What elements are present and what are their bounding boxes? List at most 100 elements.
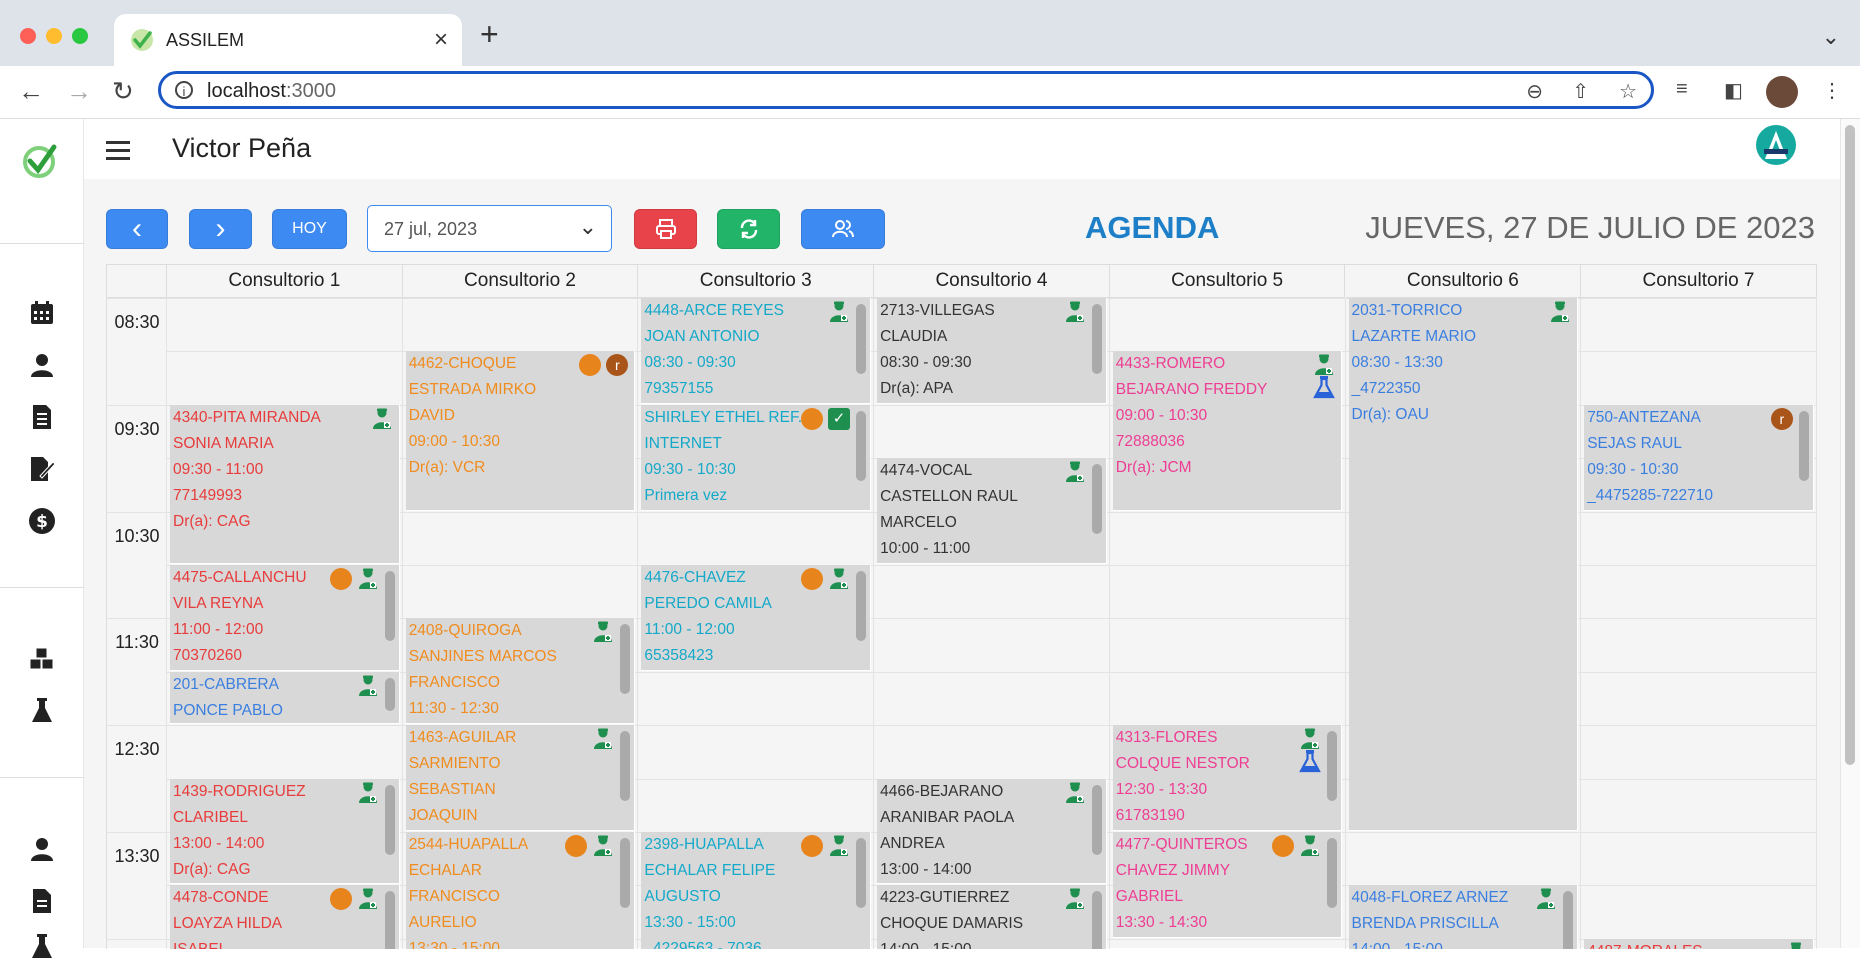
doctor-icon [1549, 300, 1571, 322]
appointment-card[interactable]: 1463-AGUILAR SARMIENTO SEBASTIAN JOAQUIN [405, 725, 636, 831]
card-scrollbar[interactable] [620, 731, 631, 802]
appointment-card[interactable]: 4478-CONDE LOAYZA HILDA ISABEL [170, 885, 400, 949]
appointment-card[interactable]: 2713-VILLEGAS CLAUDIA 08:30 - 09:30 Dr(a): … [877, 298, 1107, 404]
share-icon[interactable]: ⇧ [1572, 79, 1589, 104]
appointment-text: SHIRLEY ETHEL REF. [644, 408, 803, 426]
appointment-card[interactable]: 4433-ROMERO BEJARANO FREDDY 09:00 - 10:30 7… [1112, 351, 1343, 511]
appointment-card[interactable]: 4313-FLORES COLQUE NESTOR 12:30 - 13:30 617… [1112, 725, 1343, 831]
appointment-text: PEREDO CAMILA [644, 595, 772, 612]
flask-icon[interactable] [26, 931, 58, 963]
tab-close-icon[interactable]: × [434, 26, 448, 54]
appointment-card[interactable]: 2031-TORRICO LAZARTE MARIO 08:30 - 13:30 _4… [1348, 298, 1579, 831]
appointment-text: 13:30 - 15:00 [408, 940, 501, 949]
card-scrollbar[interactable] [856, 571, 867, 641]
reading-list-icon[interactable]: ≡ [1676, 78, 1688, 101]
signature-icon[interactable] [26, 453, 58, 485]
profile-avatar[interactable] [1766, 76, 1798, 108]
browser-menu-icon[interactable]: ⋮ [1822, 78, 1842, 103]
refresh-button[interactable] [717, 209, 780, 249]
date-picker[interactable]: 27 jul, 2023 ⌄ [367, 205, 612, 252]
card-scrollbar[interactable] [856, 410, 867, 481]
card-scrollbar[interactable] [384, 891, 395, 949]
address-bar[interactable]: i localhost:3000 ⊖ ⇧ ☆ [158, 71, 1654, 109]
appointment-card[interactable]: 4477-QUINTEROS CHAVEZ JIMMY GABRIEL 13:30 -… [1112, 832, 1343, 938]
dollar-icon[interactable]: $ [26, 505, 58, 537]
card-scrollbar[interactable] [1563, 891, 1574, 949]
card-scrollbar[interactable] [620, 838, 631, 908]
card-scrollbar[interactable] [1798, 410, 1809, 481]
forward-button[interactable]: → [66, 76, 92, 107]
appointment-text: 4448-ARCE REYES [644, 302, 784, 319]
appointment-card[interactable]: SHIRLEY ETHEL REF. INTERNET 09:30 - 10:30 P… [641, 404, 872, 511]
column-header: Consultorio 6 [1345, 265, 1582, 298]
appointment-card[interactable]: 2398-HUAPALLA ECHALAR FELIPE AUGUSTO 13:30 … [641, 832, 872, 949]
document-list-icon[interactable] [26, 401, 58, 433]
appointment-card[interactable]: 4475-CALLANCHU VILA REYNA 11:00 - 12:00 703… [170, 565, 400, 671]
calendar-icon[interactable] [26, 297, 58, 329]
appointment-card[interactable]: 1439-RODRIGUEZ CLARIBEL 13:00 - 14:00 Dr(a)… [170, 778, 400, 885]
menu-hamburger-icon[interactable] [106, 141, 130, 165]
card-scrollbar[interactable] [1091, 464, 1102, 535]
card-scrollbar[interactable] [1091, 784, 1102, 855]
appointment-card[interactable]: 4476-CHAVEZ PEREDO CAMILA 11:00 - 12:00 653… [641, 565, 872, 671]
column-line [1580, 298, 1582, 949]
card-scrollbar[interactable] [1327, 731, 1338, 802]
next-day-button[interactable]: › [189, 209, 252, 249]
appointment-card[interactable]: 4462-CHOQUE ESTRADA MIRKO DAVID 09:00 - 10:… [405, 351, 636, 511]
new-tab-button[interactable]: + [480, 18, 499, 50]
appointment-card[interactable]: 4340-PITA MIRANDA SONIA MARIA 09:30 - 11:0… [170, 404, 400, 564]
patients-user-icon[interactable] [26, 349, 58, 381]
page-scrollbar[interactable] [1840, 119, 1860, 948]
card-scrollbar[interactable] [384, 677, 395, 712]
appointment-card[interactable]: 4474-VOCAL CASTELLON RAUL MARCELO 10:00 - 1… [877, 458, 1107, 564]
card-scrollbar[interactable] [1327, 838, 1338, 908]
doctors-button[interactable] [801, 209, 885, 249]
site-info-icon[interactable]: i [175, 81, 193, 99]
back-button[interactable]: ← [18, 76, 44, 107]
appointment-card[interactable]: 2408-QUIROGA SANJINES MARCOS FRANCISCO 11:3… [405, 618, 636, 725]
appointment-text: SEJAS RAUL [1587, 434, 1682, 452]
side-panel-icon[interactable]: ◧ [1724, 78, 1743, 103]
appointment-card[interactable]: 201-CABRERA PONCE PABLO [170, 671, 400, 725]
appointment-card[interactable]: 4466-BEJARANO ARANIBAR PAOLA ANDREA 13:00 -… [877, 778, 1107, 885]
appointment-card[interactable]: 4487-MORALES [1584, 938, 1814, 949]
card-scrollbar[interactable] [620, 624, 631, 695]
card-scrollbar[interactable] [1091, 304, 1102, 374]
appointment-text: 4477-QUINTEROS [1115, 836, 1248, 853]
print-button[interactable] [634, 209, 697, 249]
bookmark-star-icon[interactable]: ☆ [1619, 79, 1637, 104]
browser-tab[interactable]: ASSILEM × [114, 14, 462, 66]
prev-day-button[interactable]: ‹ [106, 209, 168, 249]
appointment-text: SARMIENTO [408, 755, 501, 773]
appointment-card[interactable]: 4448-ARCE REYES JOAN ANTONIO 08:30 - 09:30… [641, 298, 872, 404]
appointment-card[interactable]: 4223-GUTIERREZ CHOQUE DAMARIS 14:00 - 15:0… [877, 885, 1107, 949]
appointment-text: 4433-ROMERO [1115, 355, 1226, 373]
appointment-card[interactable]: 4048-FLOREZ ARNEZ BRENDA PRISCILLA 14:00 -… [1348, 885, 1579, 949]
card-scrollbar[interactable] [856, 304, 867, 374]
printer-icon [655, 219, 676, 239]
file-icon[interactable] [26, 885, 58, 917]
appointment-card[interactable]: 750-ANTEZANA SEJAS RAUL 09:30 - 10:30 _4475… [1584, 404, 1814, 511]
today-button[interactable]: HOY [272, 209, 347, 249]
boxes-icon[interactable] [26, 643, 58, 675]
minimize-window-button[interactable] [46, 28, 62, 44]
maximize-window-button[interactable] [72, 28, 88, 44]
appointment-card[interactable]: 2544-HUAPALLA ECHALAR FRANCISCO AURELIO 13:3… [405, 832, 636, 949]
card-scrollbar[interactable] [1091, 891, 1102, 949]
tab-list-chevron-icon[interactable]: ⌄ [1822, 24, 1840, 50]
page-scrollbar-thumb[interactable] [1845, 125, 1855, 765]
url-text: localhost:3000 [207, 80, 336, 103]
zoom-icon[interactable]: ⊖ [1526, 79, 1543, 104]
appointment-text: 11:00 - 12:00 [173, 621, 264, 638]
url-host: localhost [207, 80, 286, 102]
reload-button[interactable]: ↻ [112, 76, 134, 107]
appointment-text: BRENDA PRISCILLA [1351, 915, 1499, 933]
card-scrollbar[interactable] [384, 784, 395, 855]
close-window-button[interactable] [20, 28, 36, 44]
sidebar: $ [0, 119, 84, 958]
appointment-text: ANDREA [880, 834, 945, 852]
flask-icon[interactable] [26, 695, 58, 727]
card-scrollbar[interactable] [856, 838, 867, 908]
user-icon[interactable] [26, 833, 58, 865]
card-scrollbar[interactable] [384, 571, 395, 641]
